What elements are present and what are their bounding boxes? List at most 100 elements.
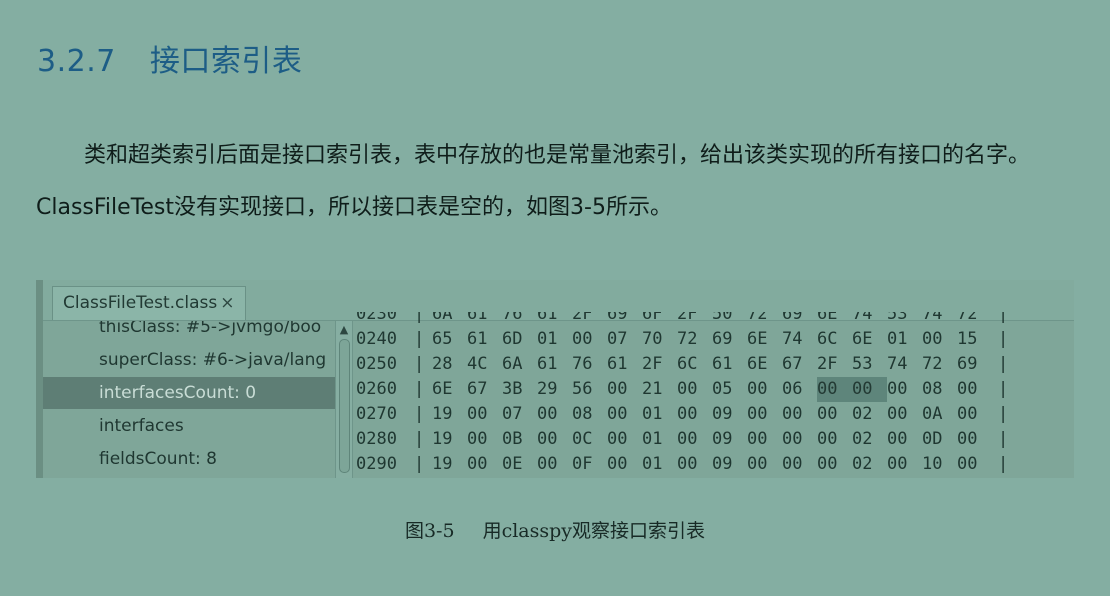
tree-item[interactable]: thisClass: #5->jvmgo/boo [43,321,335,343]
hex-byte[interactable]: 00 [537,452,572,477]
tree-item[interactable]: interfacesCount: 0 [43,377,335,409]
hex-byte[interactable]: 6C [817,327,852,352]
tab-classfiletest[interactable]: ClassFileTest.class × [52,286,246,320]
hex-byte[interactable]: 00 [782,427,817,452]
hex-byte[interactable]: 00 [677,452,712,477]
hex-byte[interactable]: 00 [922,327,957,352]
hex-byte[interactable]: 00 [607,377,642,402]
hex-byte[interactable]: 21 [642,377,677,402]
hex-byte[interactable]: 0D [922,427,957,452]
hex-byte[interactable]: 07 [502,402,537,427]
hex-byte[interactable]: 67 [467,377,502,402]
hex-byte[interactable]: 2F [677,312,712,327]
hex-byte[interactable]: 10 [922,452,957,477]
hex-byte[interactable]: 61 [607,352,642,377]
hex-byte[interactable]: 06 [782,377,817,402]
tree-item[interactable]: fieldsCount: 8 [43,443,335,475]
hex-byte[interactable]: 72 [922,352,957,377]
hex-byte[interactable]: 72 [747,312,782,327]
hex-byte[interactable]: 61 [712,352,747,377]
hex-byte[interactable]: 61 [467,312,502,327]
hex-byte[interactable]: 0C [572,427,607,452]
hex-byte[interactable]: 67 [782,352,817,377]
hex-byte[interactable]: 69 [782,312,817,327]
hex-byte[interactable]: 07 [607,327,642,352]
hex-byte[interactable]: 00 [957,427,992,452]
hex-byte[interactable]: 01 [887,327,922,352]
hex-byte[interactable]: 00 [607,452,642,477]
hex-byte[interactable]: 19 [432,427,467,452]
hex-byte[interactable]: 00 [957,377,992,402]
hex-byte[interactable]: 6E [747,327,782,352]
hex-byte[interactable]: 0A [922,402,957,427]
hex-byte[interactable]: 00 [747,452,782,477]
hex-byte[interactable]: 6F [642,312,677,327]
hex-byte[interactable]: 74 [782,327,817,352]
hex-byte[interactable]: 6A [432,312,467,327]
hex-byte[interactable]: 6E [852,327,887,352]
hex-byte[interactable]: 61 [467,327,502,352]
hex-byte[interactable]: 69 [607,312,642,327]
hex-byte[interactable]: 00 [747,377,782,402]
hex-byte[interactable]: 00 [537,427,572,452]
hex-byte[interactable]: 53 [887,312,922,327]
hex-byte[interactable]: 65 [432,327,467,352]
hex-byte[interactable]: 00 [537,402,572,427]
hex-byte[interactable]: 00 [572,327,607,352]
hex-byte[interactable]: 00 [677,427,712,452]
hex-byte[interactable]: 74 [852,312,887,327]
hex-byte[interactable]: 00 [817,452,852,477]
hex-byte[interactable]: 08 [922,377,957,402]
hex-byte[interactable]: 2F [572,312,607,327]
hex-byte[interactable]: 15 [957,327,992,352]
hex-byte[interactable]: 02 [852,452,887,477]
hex-byte[interactable]: 01 [642,452,677,477]
hex-byte[interactable]: 00 [852,377,887,402]
hex-byte[interactable]: 00 [467,427,502,452]
hex-byte[interactable]: 0B [502,427,537,452]
hex-byte[interactable]: 76 [502,312,537,327]
hex-byte[interactable]: 01 [642,427,677,452]
hex-byte[interactable]: 6D [502,327,537,352]
hex-byte[interactable]: 6E [747,352,782,377]
tree-item[interactable]: superClass: #6->java/lang [43,344,335,376]
hex-byte[interactable]: 00 [607,427,642,452]
tree-scrollbar[interactable]: ▲ [336,321,353,478]
hex-byte[interactable]: 09 [712,427,747,452]
close-icon[interactable]: × [220,293,234,313]
hex-byte[interactable]: 01 [642,402,677,427]
hex-byte[interactable]: 6E [817,312,852,327]
hex-byte[interactable]: 19 [432,452,467,477]
hex-byte[interactable]: 72 [677,327,712,352]
hex-byte[interactable]: 3B [502,377,537,402]
hex-byte[interactable]: 00 [887,427,922,452]
hex-byte[interactable]: 74 [887,352,922,377]
hex-byte[interactable]: 00 [782,402,817,427]
hex-byte[interactable]: 19 [432,402,467,427]
hex-byte[interactable]: 0F [572,452,607,477]
hex-byte[interactable]: 02 [852,402,887,427]
hex-byte[interactable]: 00 [747,427,782,452]
hex-byte[interactable]: 69 [957,352,992,377]
hex-byte[interactable]: 61 [537,352,572,377]
tree-item[interactable]: interfaces [43,410,335,442]
hex-byte[interactable]: 28 [432,352,467,377]
hex-byte[interactable]: 29 [537,377,572,402]
hex-byte[interactable]: 4C [467,352,502,377]
hex-byte[interactable]: 00 [817,427,852,452]
hex-byte[interactable]: 01 [537,327,572,352]
hex-byte[interactable]: 6C [677,352,712,377]
hex-byte[interactable]: 00 [887,452,922,477]
hex-byte[interactable]: 56 [572,377,607,402]
hex-byte[interactable]: 00 [467,452,502,477]
hex-byte[interactable]: 00 [887,402,922,427]
hex-byte[interactable]: 72 [957,312,992,327]
hex-byte[interactable]: 02 [852,427,887,452]
hex-byte[interactable]: 50 [712,312,747,327]
hex-byte[interactable]: 61 [537,312,572,327]
hex-byte[interactable]: 00 [957,402,992,427]
hex-byte[interactable]: 0E [502,452,537,477]
hex-byte[interactable]: 00 [747,402,782,427]
hex-byte[interactable]: 70 [642,327,677,352]
hex-byte[interactable]: 00 [782,452,817,477]
